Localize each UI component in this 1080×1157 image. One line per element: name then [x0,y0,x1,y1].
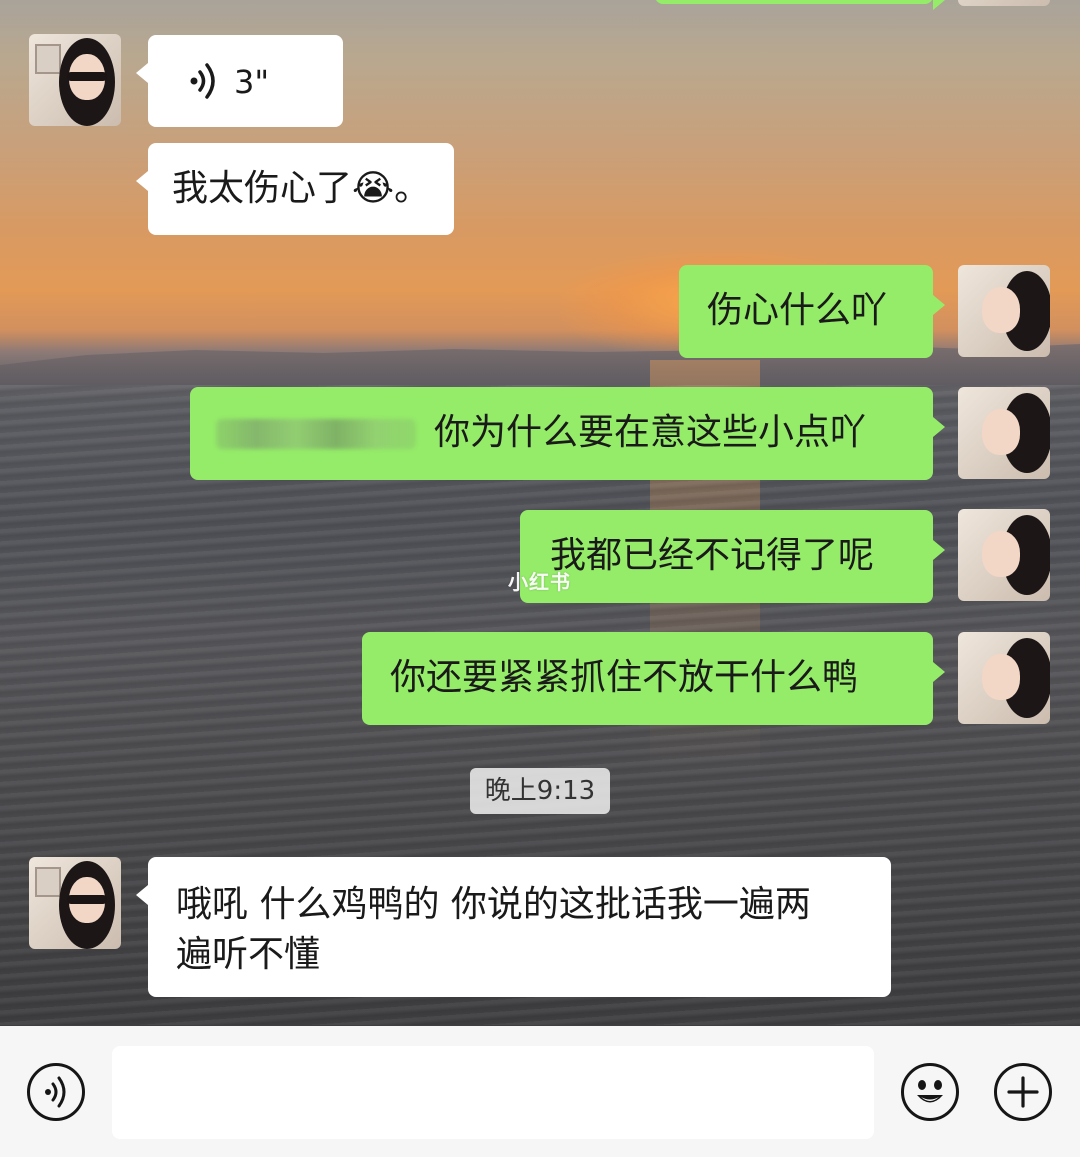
voice-message-bubble[interactable]: 3" [136,35,343,127]
redacted-text [216,419,416,449]
friend-avatar[interactable] [29,857,121,949]
voice-playback-icon [190,63,215,99]
message-text-line: 遍听不懂 [176,934,321,975]
message-bubble[interactable]: 你为什么要在意这些小点吖 [190,387,945,480]
message-text: 你为什么要在意这些小点吖 [434,412,867,453]
message-bubble[interactable]: 我都已经不记得了呢 [520,510,945,603]
plus-icon [1007,1076,1039,1108]
message-bubble[interactable]: 我太伤心了😭。 [136,143,454,235]
my-avatar[interactable] [958,0,1050,6]
message-input[interactable] [112,1046,874,1139]
my-avatar[interactable] [958,632,1050,724]
emoji-icon [917,1080,943,1103]
message-text: 伤心什么吖 [707,290,888,331]
emoji-button[interactable] [901,1063,959,1121]
message-text: 我都已经不记得了呢 [550,535,875,576]
message-bubble[interactable]: 哦吼 什么鸡鸭的 你说的这批话我一遍两 遍听不懂 [136,857,891,997]
my-avatar[interactable] [958,509,1050,601]
message-bubble[interactable]: 伤心什么吖 [679,265,945,358]
more-options-button[interactable] [994,1063,1052,1121]
watermark: 小红书 [508,570,571,594]
voice-input-button[interactable] [27,1063,85,1121]
avatar-frame-decor [35,867,61,897]
message-text-line: 哦吼 什么鸡鸭的 你说的这批话我一遍两 [176,884,811,925]
voice-icon [45,1076,66,1108]
friend-avatar[interactable] [29,34,121,126]
voice-duration: 3" [234,63,270,101]
cut-off-message-bubble[interactable] [655,0,945,10]
my-avatar[interactable] [958,265,1050,357]
message-bubble[interactable]: 你还要紧紧抓住不放干什么鸭 [362,632,945,725]
avatar-frame-decor [35,44,61,74]
timestamp: 晚上9:13 [470,768,610,814]
message-text: 我太伤心了😭。 [172,168,431,209]
my-avatar[interactable] [958,387,1050,479]
message-text: 你还要紧紧抓住不放干什么鸭 [390,657,859,698]
